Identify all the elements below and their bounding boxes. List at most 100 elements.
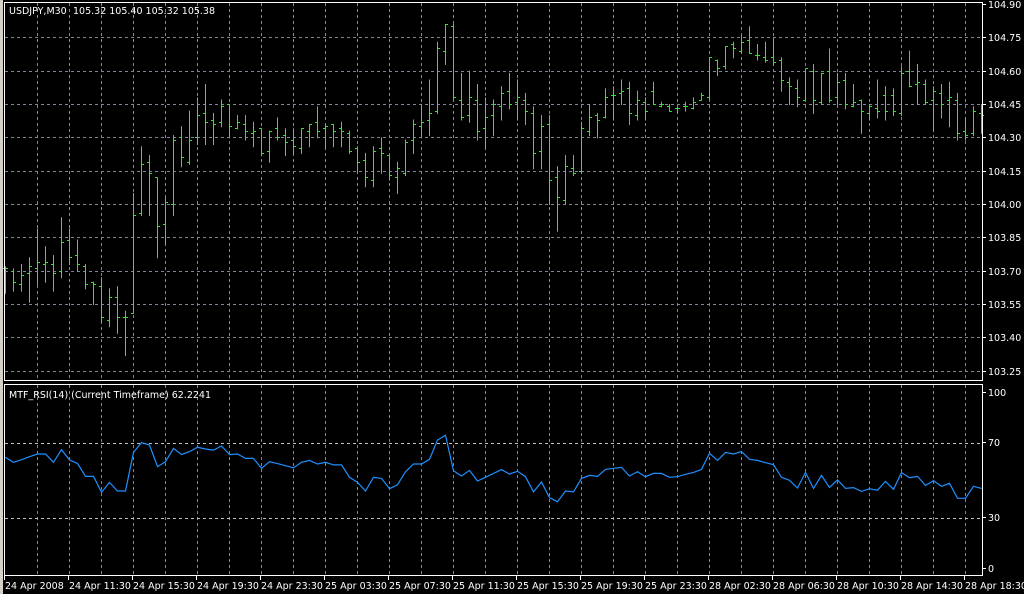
rsi-point (533, 491, 534, 493)
ohlc-bar (211, 112, 216, 145)
ohlc-bar (427, 79, 432, 137)
rsi-point (605, 469, 606, 470)
rsi-point (949, 482, 950, 484)
ohlc-bar (443, 23, 448, 65)
rsi-point (549, 497, 550, 499)
rsi-point (157, 466, 158, 467)
time-axis-label: 25 Apr 07:30 (389, 581, 451, 592)
rsi-point (781, 476, 782, 478)
rsi-point (701, 469, 702, 470)
rsi-point (709, 452, 710, 454)
ohlc-bar (843, 72, 848, 110)
ohlc-bar (291, 128, 296, 154)
rsi-point (917, 476, 918, 477)
rsi-point (653, 473, 654, 474)
rsi-pane (5, 434, 982, 503)
ohlc-bar (83, 263, 88, 290)
rsi-point (205, 448, 206, 450)
price-axis-label: 104.75 (988, 33, 1021, 44)
time-axis-label: 28 Apr 10:30 (837, 581, 899, 592)
ohlc-bar (787, 77, 792, 105)
rsi-point (165, 461, 166, 463)
ohlc-bar (131, 192, 136, 314)
rsi-point (637, 471, 638, 473)
grid (5, 3, 982, 575)
rsi-point (381, 478, 382, 479)
rsi-point (45, 453, 46, 455)
axis-labels: 104.90 104.75 104.60 104.45 104.30 104.15 104.… (4, 0, 1024, 592)
ohlc-bar (507, 72, 512, 110)
ohlc-bar (675, 106, 680, 114)
ohlc-bar (683, 101, 688, 112)
rsi-point (197, 446, 198, 448)
rsi-point (389, 488, 390, 490)
time-axis-label: 28 Apr 14:30 (901, 581, 963, 592)
ohlc-bar (259, 128, 264, 157)
rsi-point (413, 463, 414, 465)
ohlc-bar (515, 79, 520, 121)
rsi-point (29, 456, 30, 458)
rsi-point (677, 476, 678, 478)
rsi-axis-label: 100 (988, 388, 1006, 399)
rsi-point (109, 482, 110, 483)
rsi-point (341, 464, 342, 466)
time-axis-label: 25 Apr 03:30 (325, 581, 387, 592)
rsi-point (965, 497, 966, 499)
ohlc-bar (587, 103, 592, 137)
ohlc-bar (331, 123, 336, 148)
rsi-point (901, 472, 902, 473)
rsi-point (693, 472, 694, 473)
rsi-point (557, 501, 558, 503)
rsi-point (37, 453, 38, 455)
ohlc-bar (883, 86, 888, 121)
rsi-point (725, 452, 726, 453)
rsi-point (21, 459, 22, 461)
ohlc-bar (267, 130, 272, 163)
rsi-point (981, 488, 982, 489)
ohlc-bar (67, 228, 72, 265)
rsi-point (61, 449, 62, 451)
rsi-point (117, 490, 118, 492)
rsi-point (909, 477, 910, 479)
ohlc-bar (347, 130, 352, 154)
ohlc-bar (875, 79, 880, 119)
rsi-point (429, 458, 430, 460)
trading-chart[interactable]: 104.90 104.75 104.60 104.45 104.30 104.15 104.… (0, 0, 1024, 594)
rsi-point (741, 451, 742, 452)
price-axis-label: 104.60 (988, 67, 1021, 78)
ohlc-bar (475, 83, 480, 141)
rsi-point (101, 491, 102, 493)
ohlc-bar (939, 83, 944, 119)
ohlc-bar (35, 228, 40, 285)
ohlc-bar (555, 166, 560, 232)
rsi-point (237, 453, 238, 455)
rsi-point (349, 476, 350, 478)
rsi-point (613, 467, 614, 469)
price-axis-label: 103.55 (988, 300, 1021, 311)
ohlc-bar (299, 128, 304, 154)
time-axis-label: 25 Apr 23:30 (645, 581, 707, 592)
rsi-point (189, 451, 190, 452)
ohlc-bar (907, 50, 912, 88)
rsi-point (797, 487, 798, 489)
ohlc-bar (139, 146, 144, 217)
rsi-point (733, 453, 734, 455)
ohlc-bar (91, 281, 96, 305)
ohlc-bar (723, 46, 728, 70)
ohlc-bar (387, 155, 392, 181)
rsi-point (13, 461, 14, 463)
rsi-point (285, 465, 286, 467)
ohlc-bar (227, 103, 232, 139)
rsi-point (221, 445, 222, 447)
ohlc-bar (771, 37, 776, 65)
rsi-point (885, 481, 886, 482)
ohlc-bar (563, 155, 568, 205)
ohlc-bar (779, 57, 784, 92)
ohlc-bar (715, 59, 720, 77)
ohlc-bar (851, 83, 856, 108)
rsi-point (933, 480, 934, 482)
rsi-point (973, 485, 974, 487)
price-bars (3, 23, 984, 357)
rsi-point (437, 439, 438, 441)
ohlc-bar (891, 88, 896, 117)
